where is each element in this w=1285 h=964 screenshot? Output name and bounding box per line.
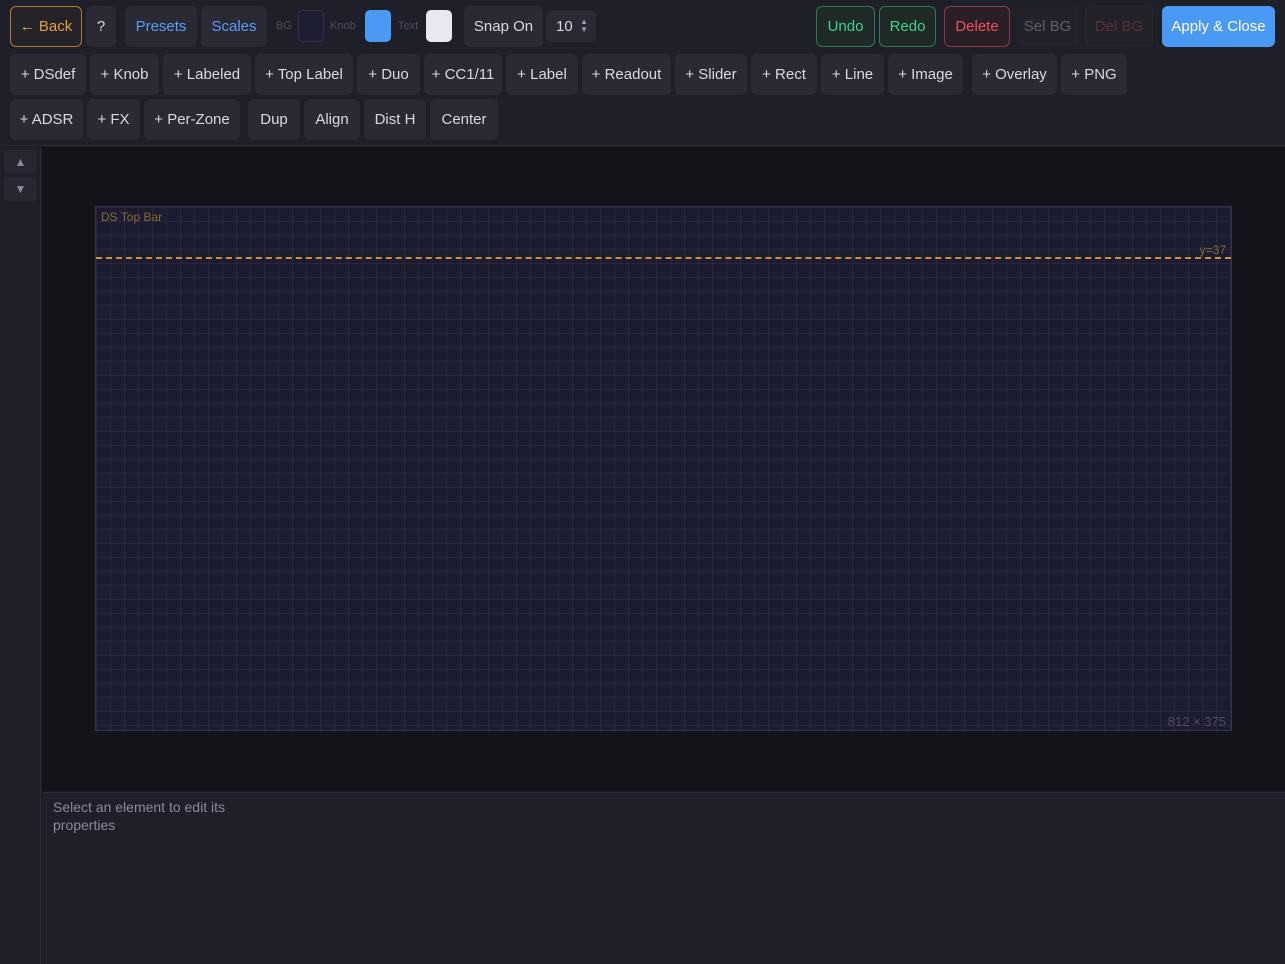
add-knob-button[interactable]: + Knob bbox=[90, 54, 159, 95]
apply-close-button[interactable]: Apply & Close bbox=[1162, 6, 1275, 47]
center-button[interactable]: Center bbox=[430, 99, 498, 140]
add-duo-button[interactable]: + Duo bbox=[357, 54, 420, 95]
add-per-zone-button[interactable]: + Per-Zone bbox=[144, 99, 240, 140]
distribute-horizontal-button[interactable]: Dist H bbox=[364, 99, 426, 140]
add-readout-button[interactable]: + Readout bbox=[582, 54, 671, 95]
add-png-button[interactable]: + PNG bbox=[1061, 54, 1127, 95]
add-overlay-button[interactable]: + Overlay bbox=[972, 54, 1057, 95]
delete-bg-button[interactable]: Del BG bbox=[1085, 6, 1153, 47]
properties-empty-message: Select an element to edit its properties bbox=[53, 799, 225, 833]
align-button[interactable]: Align bbox=[304, 99, 360, 140]
undo-button[interactable]: Undo bbox=[816, 6, 875, 47]
redo-button[interactable]: Redo bbox=[879, 6, 936, 47]
select-bg-button[interactable]: Sel BG bbox=[1016, 6, 1079, 47]
add-label-button[interactable]: + Label bbox=[506, 54, 578, 95]
snap-size-value: 10 bbox=[556, 17, 573, 35]
add-fx-button[interactable]: + FX bbox=[87, 99, 140, 140]
add-dsdef-button[interactable]: + DSdef bbox=[10, 54, 86, 95]
add-cc-button[interactable]: + CC1/11 bbox=[424, 54, 502, 95]
board-dimensions: 812 × 375 bbox=[1167, 714, 1226, 729]
horizontal-guide-line[interactable] bbox=[96, 257, 1231, 259]
design-board[interactable]: DS Top Bar y=37 812 × 375 bbox=[95, 206, 1232, 731]
delete-button[interactable]: Delete bbox=[944, 6, 1010, 47]
text-color-swatch[interactable] bbox=[426, 10, 452, 42]
presets-button[interactable]: Presets bbox=[125, 6, 197, 47]
stepper-arrows-icon[interactable]: ▲ ▼ bbox=[580, 18, 588, 34]
properties-panel: Select an element to edit its properties bbox=[42, 792, 1285, 964]
knob-color-label: Knob bbox=[330, 20, 356, 32]
bg-color-swatch[interactable] bbox=[298, 10, 324, 42]
move-down-icon[interactable]: ▼ bbox=[4, 177, 37, 201]
snap-size-stepper[interactable]: 10 ▲ ▼ bbox=[546, 10, 596, 42]
canvas-area[interactable]: DS Top Bar y=37 812 × 375 bbox=[42, 147, 1285, 791]
duplicate-button[interactable]: Dup bbox=[248, 99, 300, 140]
move-up-icon[interactable]: ▲ bbox=[4, 150, 37, 174]
scales-button[interactable]: Scales bbox=[201, 6, 267, 47]
help-button[interactable]: ? bbox=[86, 6, 116, 47]
knob-color-swatch[interactable] bbox=[365, 10, 391, 42]
add-adsr-button[interactable]: + ADSR bbox=[10, 99, 83, 140]
bg-color-label: BG bbox=[276, 20, 292, 32]
layer-sidebar: ▲ ▼ bbox=[0, 147, 41, 964]
guide-position-label: y=37 bbox=[1199, 243, 1226, 257]
add-image-button[interactable]: + Image bbox=[888, 54, 963, 95]
board-name: DS Top Bar bbox=[101, 210, 163, 224]
add-labeled-button[interactable]: + Labeled bbox=[163, 54, 251, 95]
toolbar: ← Back ? Presets Scales BG Knob Text Sna… bbox=[0, 0, 1285, 146]
add-rect-button[interactable]: + Rect bbox=[751, 54, 817, 95]
snap-toggle-button[interactable]: Snap On bbox=[464, 6, 543, 47]
add-top-label-button[interactable]: + Top Label bbox=[255, 54, 353, 95]
add-slider-button[interactable]: + Slider bbox=[675, 54, 747, 95]
back-button[interactable]: ← Back bbox=[10, 6, 82, 47]
add-line-button[interactable]: + Line bbox=[821, 54, 884, 95]
text-color-label: Text bbox=[398, 20, 419, 32]
